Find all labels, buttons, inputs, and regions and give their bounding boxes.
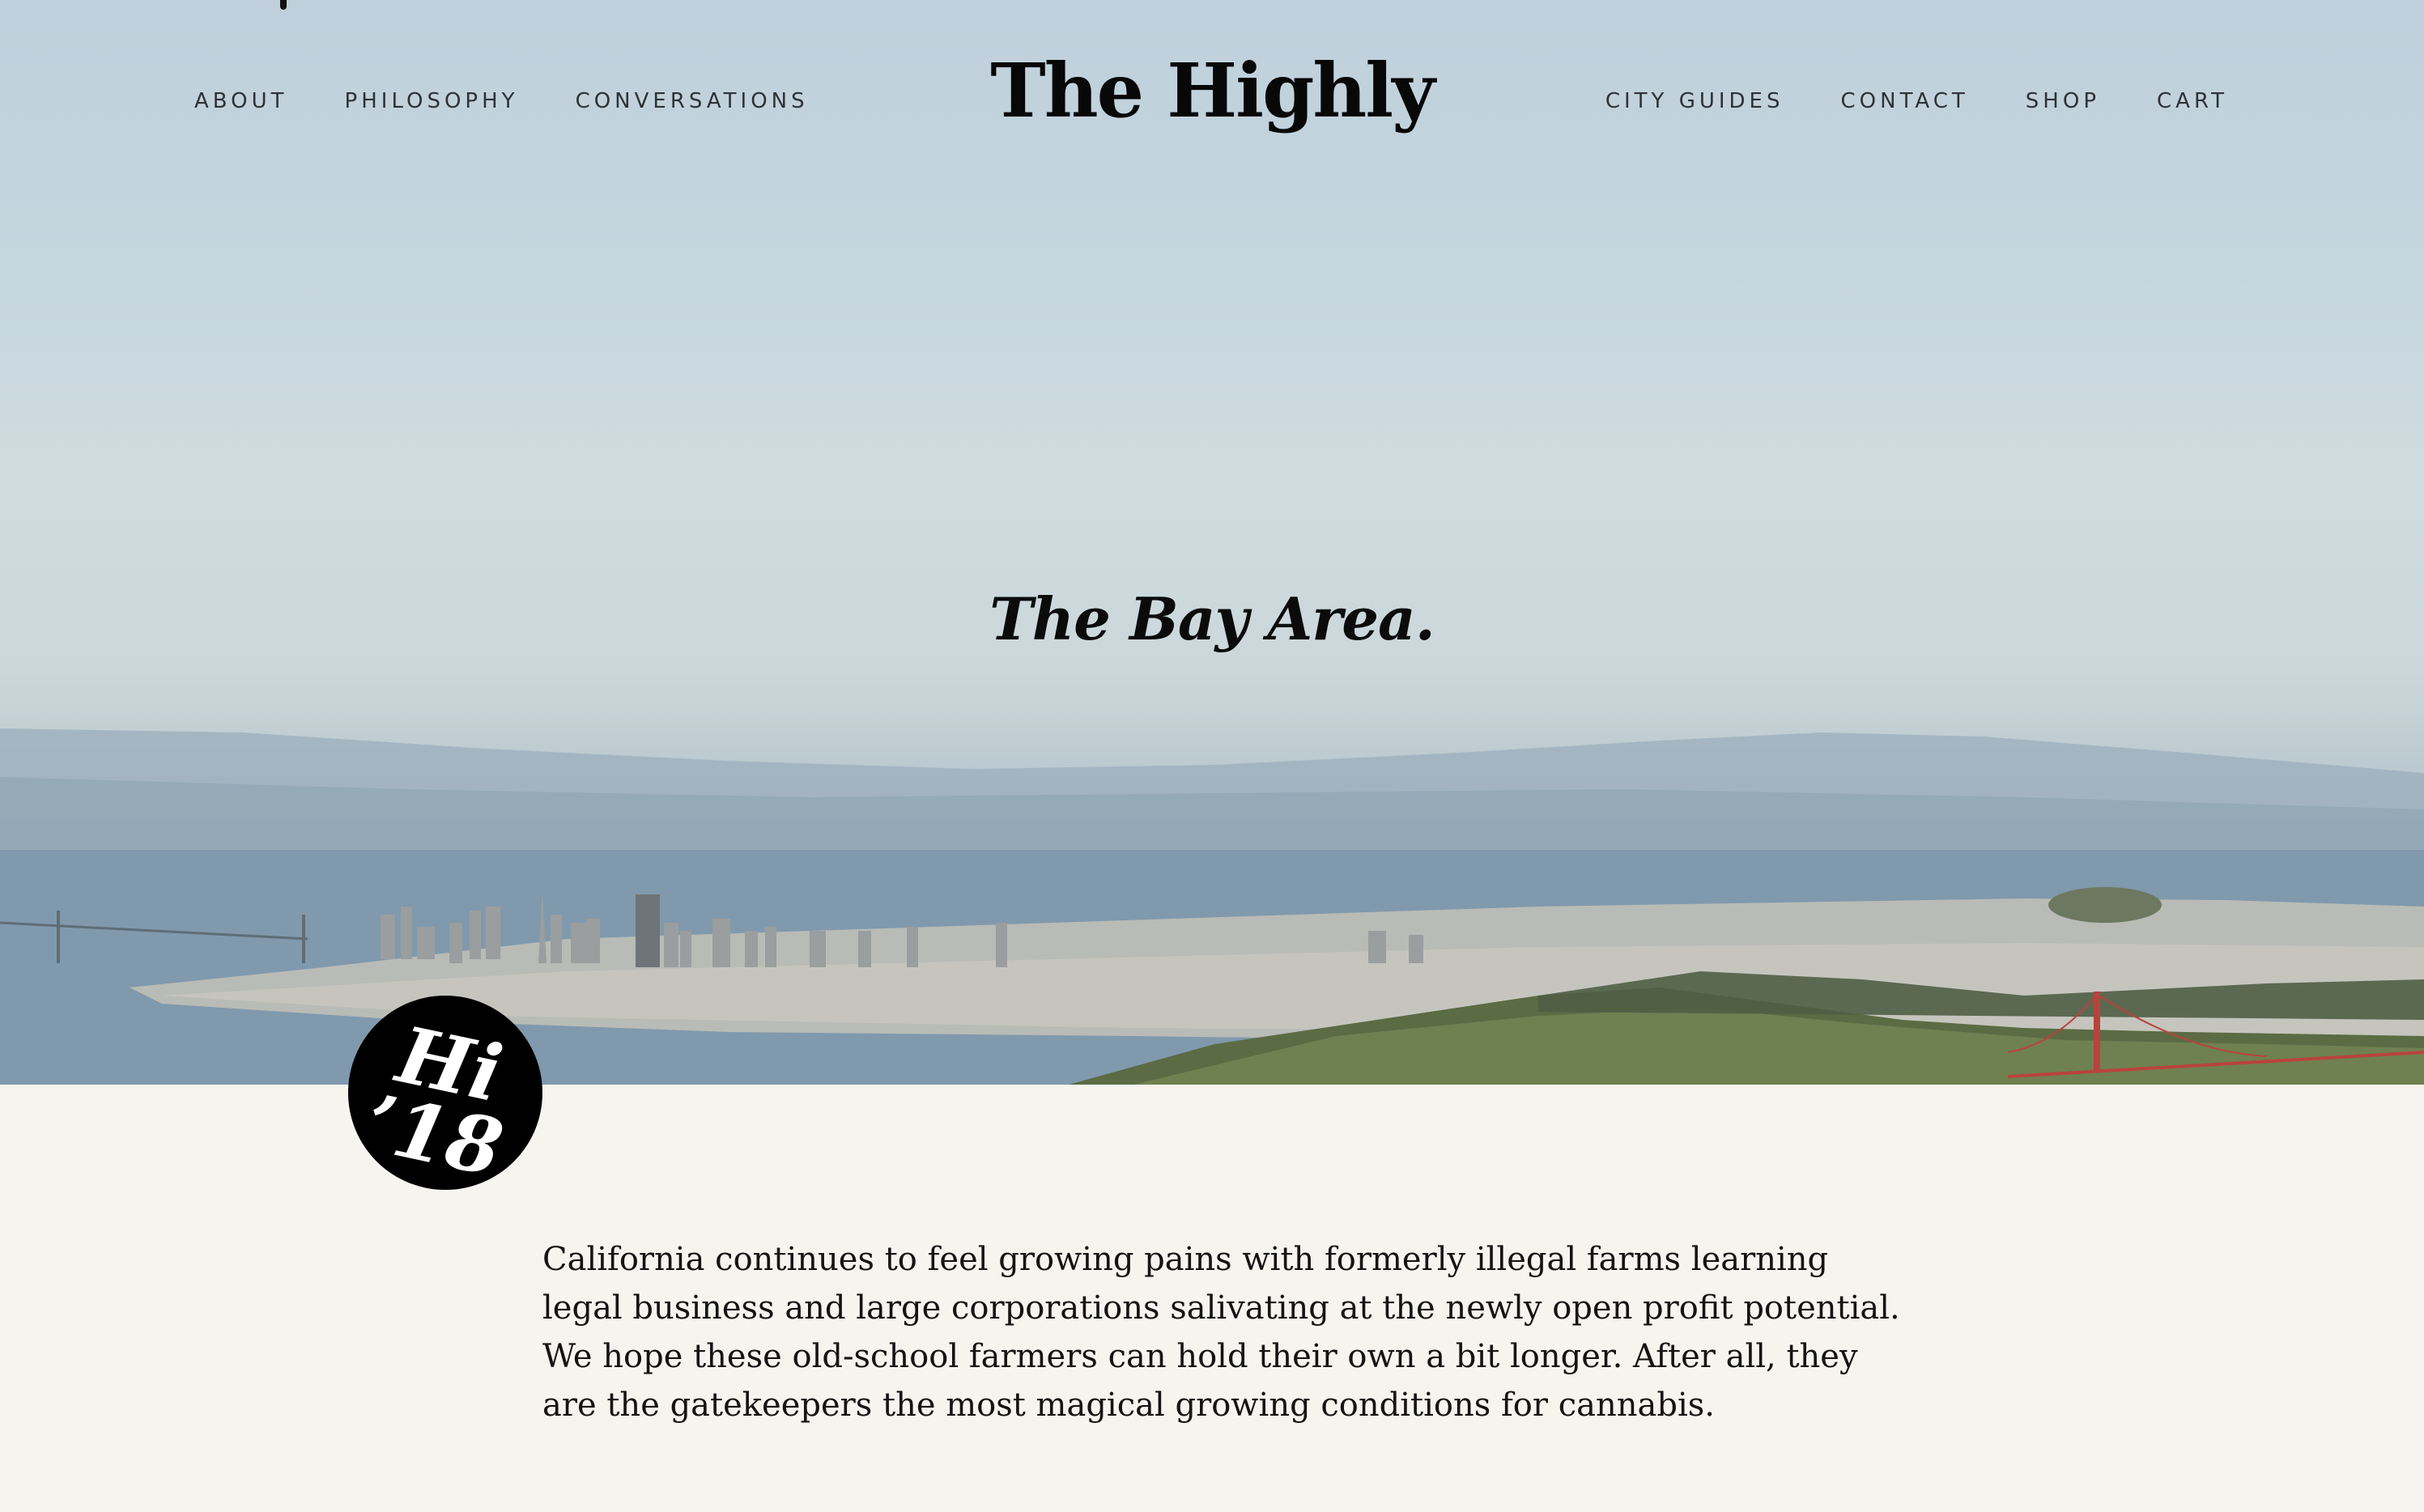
page-title: The Bay Area. [989, 584, 1435, 653]
nav-link-shop[interactable]: SHOP [2026, 87, 2100, 115]
bay-area-photo [0, 728, 2424, 1085]
badge-emblem: Hi ’18 [359, 1009, 510, 1190]
intro-paragraph: California continues to feel growing pai… [542, 1241, 1900, 1424]
hero-banner: ABOUT PHILOSOPHY CONVERSATIONS The Highl… [0, 0, 2424, 1085]
issue-badge: Hi ’18 [348, 996, 542, 1190]
nav-link-city-guides[interactable]: CITY GUIDES [1605, 87, 1784, 115]
corner-mark [280, 0, 287, 10]
nav-link-cart[interactable]: CART [2157, 87, 2228, 115]
primary-nav-right: CITY GUIDES CONTACT SHOP CART [1549, 87, 2228, 115]
nav-link-contact[interactable]: CONTACT [1841, 87, 1969, 115]
